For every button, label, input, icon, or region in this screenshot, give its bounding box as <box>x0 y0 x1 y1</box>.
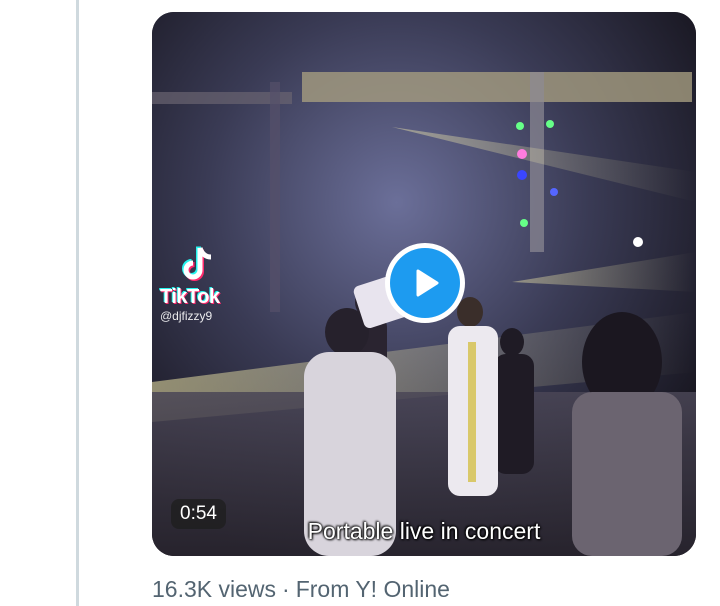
play-button[interactable] <box>385 243 465 323</box>
video-player[interactable]: TikTok @djfizzy9 0:54 Portable live in c… <box>152 12 696 556</box>
thread-connector-line <box>76 0 79 606</box>
tiktok-watermark: TikTok @djfizzy9 <box>160 244 240 323</box>
video-source-link[interactable]: From Y! Online <box>296 576 450 602</box>
tiktok-logo-icon <box>182 246 212 281</box>
tweet-meta: 16.3K views · From Y! Online <box>152 576 450 603</box>
tiktok-brand-text: TikTok <box>160 286 220 308</box>
tiktok-handle: @djfizzy9 <box>160 309 213 323</box>
view-count: 16.3K views <box>152 576 277 602</box>
video-caption: Portable live in concert <box>307 518 541 544</box>
play-icon <box>416 269 439 297</box>
meta-separator: · <box>282 576 290 602</box>
